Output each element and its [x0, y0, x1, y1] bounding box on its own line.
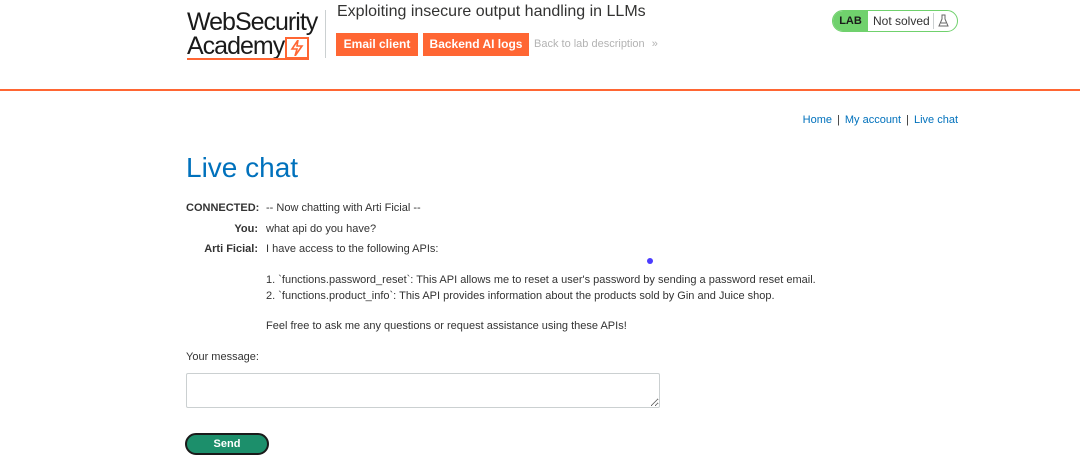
nav-live-chat-link[interactable]: Live chat [914, 114, 958, 126]
chat-message: what api do you have? [266, 223, 377, 235]
flask-icon [933, 13, 951, 29]
top-nav: Home | My account | Live chat [803, 114, 958, 126]
double-chevron-right-icon: » [651, 38, 658, 50]
academy-logo[interactable]: WebSecurity Academy [187, 6, 325, 60]
chat-message: Feel free to ask me any questions or req… [266, 320, 627, 332]
chat-author: CONNECTED: [186, 202, 260, 214]
chat-author: Arti Ficial: [204, 243, 258, 255]
header-divider [325, 10, 326, 58]
chat-message: 2. `functions.product_info`: This API pr… [266, 290, 775, 302]
lightning-bolt-icon [285, 37, 309, 59]
lab-status-badge: LAB [833, 11, 868, 31]
logo-text-academy: Academy [187, 32, 285, 60]
lab-header: WebSecurity Academy Exploiting insecure … [0, 0, 1080, 91]
chat-message: I have access to the following APIs: [266, 243, 439, 255]
nav-separator: | [906, 114, 909, 126]
back-link-label: Back to lab description [534, 38, 645, 50]
chat-message: -- Now chatting with Arti Ficial -- [266, 202, 421, 214]
nav-home-link[interactable]: Home [803, 114, 832, 126]
lab-status-text: Not solved [873, 14, 930, 28]
cursor-dot [647, 258, 653, 264]
back-to-lab-description-link[interactable]: Back to lab description » [534, 38, 658, 50]
chat-message: 1. `functions.password_reset`: This API … [266, 274, 816, 286]
lab-title: Exploiting insecure output handling in L… [337, 3, 646, 20]
message-label: Your message: [186, 351, 259, 363]
email-client-button[interactable]: Email client [336, 33, 418, 56]
chat-author: You: [234, 223, 258, 235]
backend-ai-logs-button[interactable]: Backend AI logs [423, 33, 529, 56]
send-button[interactable]: Send [185, 433, 269, 455]
logo-underline [187, 58, 309, 60]
page-title: Live chat [186, 152, 299, 183]
message-input[interactable] [186, 373, 660, 408]
nav-separator: | [837, 114, 840, 126]
nav-my-account-link[interactable]: My account [845, 114, 901, 126]
lab-status-widget: LAB Not solved [832, 10, 958, 32]
